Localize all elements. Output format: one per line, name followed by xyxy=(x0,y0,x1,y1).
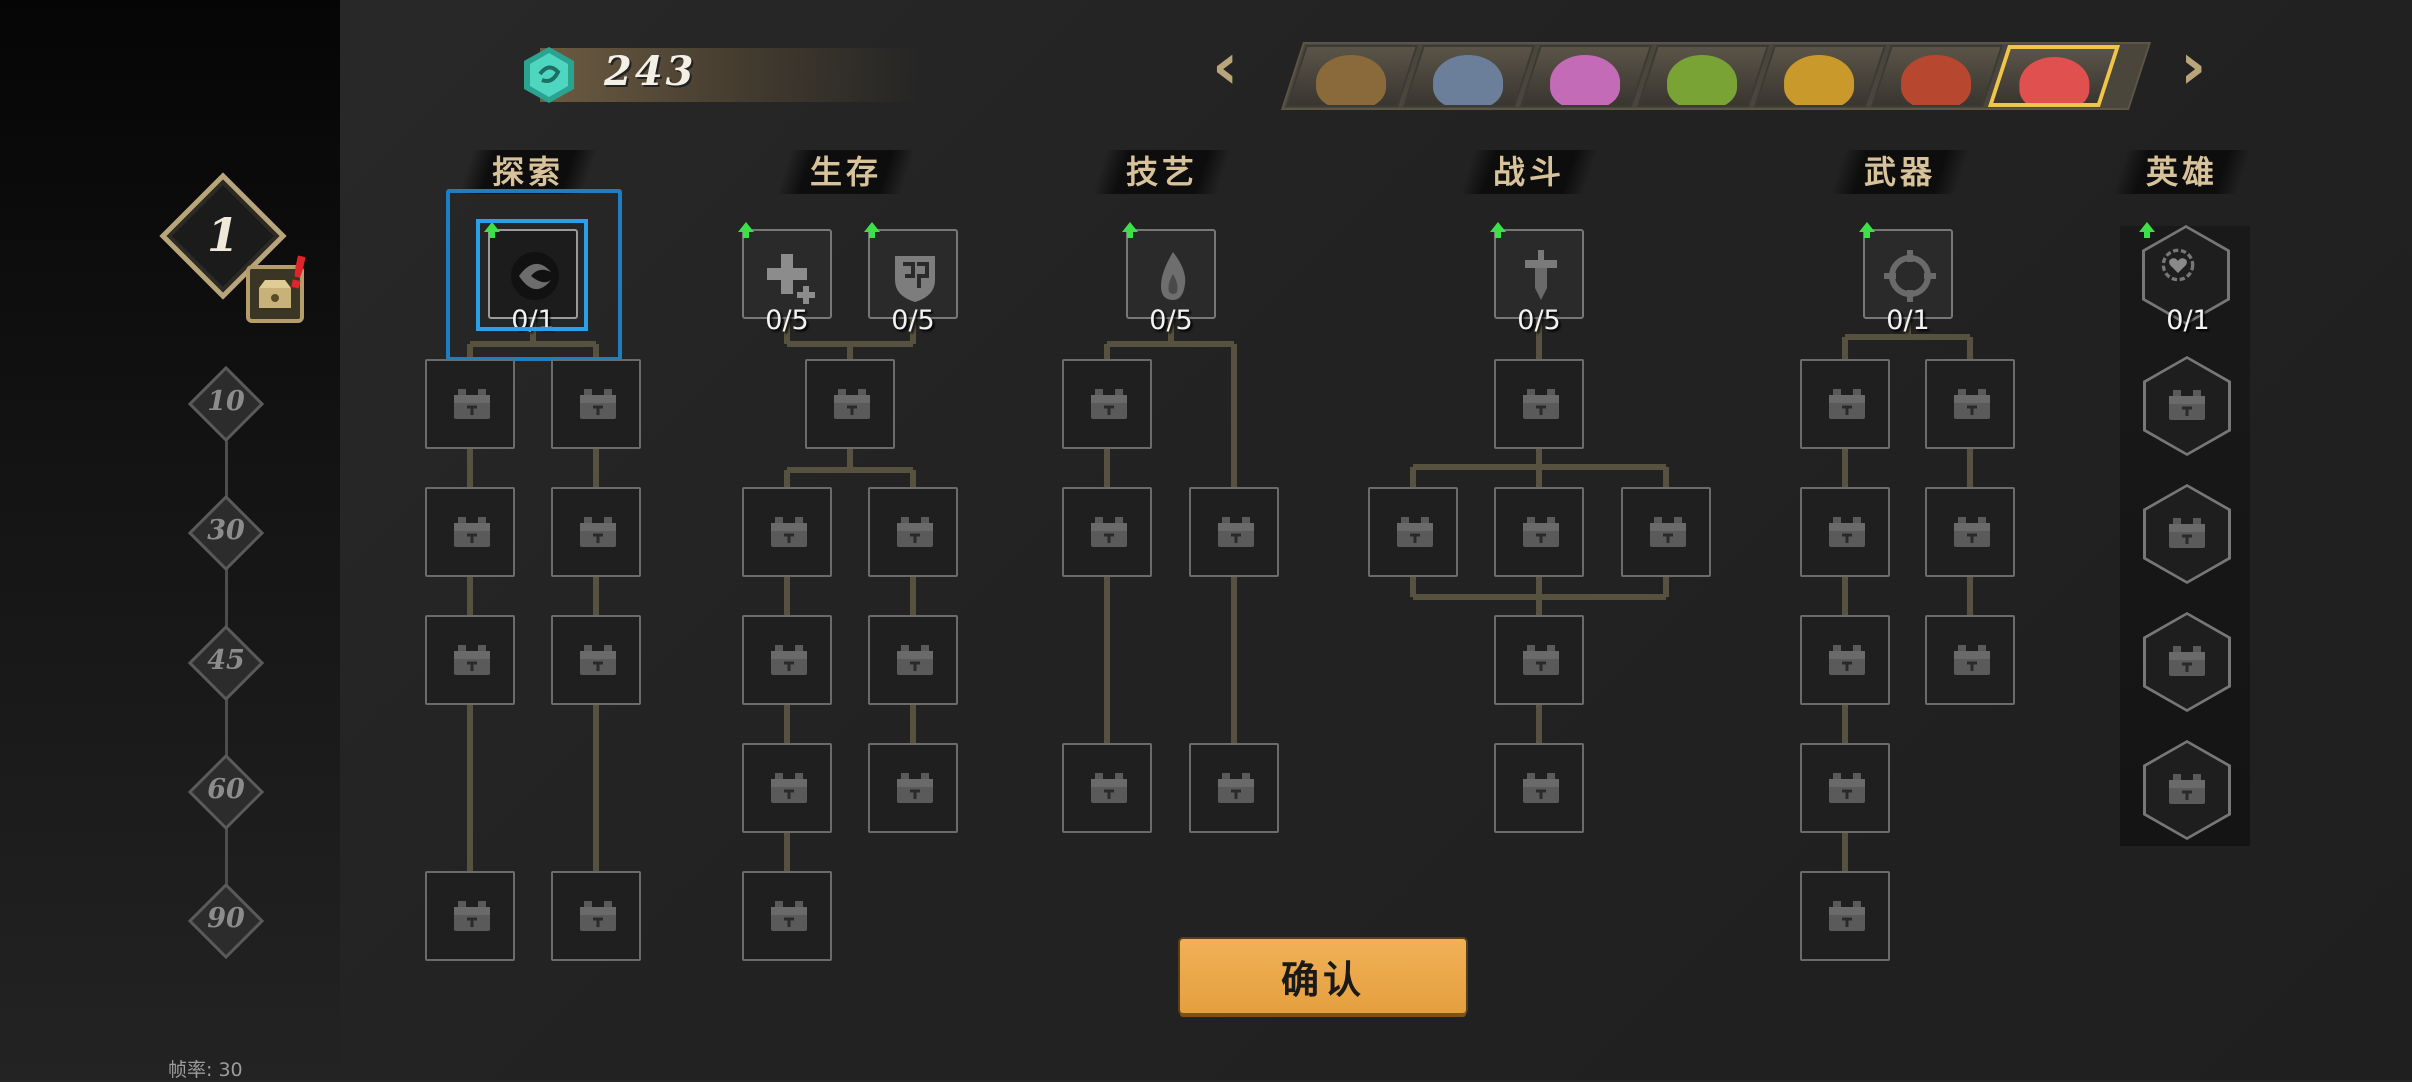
locked-talent-node[interactable] xyxy=(1189,487,1279,577)
talent-screen: 1 ! 10 30 45 60 90 帧率: 30 243 ‹ › 探索 生存 … xyxy=(0,0,2412,1081)
locked-chest-icon xyxy=(580,901,616,931)
upgrade-available-icon xyxy=(1122,222,1138,238)
locked-talent-node[interactable] xyxy=(1800,615,1890,705)
upgrade-available-icon xyxy=(1859,222,1875,238)
locked-chest-icon xyxy=(1829,901,1865,931)
locked-chest-icon xyxy=(1523,517,1559,547)
skill-level-text: 0/1 xyxy=(2166,305,2210,336)
locked-talent-node[interactable] xyxy=(1621,487,1711,577)
confirm-button[interactable]: 确认 xyxy=(1180,939,1466,1013)
locked-chest-icon xyxy=(580,517,616,547)
crosshair-icon xyxy=(1884,250,1936,302)
locked-talent-node[interactable] xyxy=(1494,359,1584,449)
locked-talent-node[interactable] xyxy=(425,615,515,705)
locked-chest-icon xyxy=(834,389,870,419)
locked-chest-icon xyxy=(1091,389,1127,419)
skill-level-text: 0/5 xyxy=(1149,305,1193,336)
locked-talent-node[interactable] xyxy=(868,743,958,833)
skill-level-text: 0/5 xyxy=(765,305,809,336)
locked-talent-node[interactable] xyxy=(742,871,832,961)
locked-talent-node[interactable] xyxy=(1368,487,1458,577)
locked-talent-node[interactable] xyxy=(1062,743,1152,833)
locked-chest-icon xyxy=(1829,645,1865,675)
locked-chest-icon xyxy=(1954,389,1990,419)
locked-chest-icon xyxy=(1523,389,1559,419)
locked-chest-icon xyxy=(771,517,807,547)
locked-chest-icon xyxy=(2169,518,2205,548)
skill-level-text: 0/1 xyxy=(1886,305,1930,336)
locked-chest-icon xyxy=(1829,389,1865,419)
upgrade-available-icon xyxy=(2139,222,2155,238)
locked-talent-node[interactable] xyxy=(551,615,641,705)
locked-chest-icon xyxy=(897,517,933,547)
locked-talent-node[interactable] xyxy=(1062,487,1152,577)
locked-talent-node[interactable] xyxy=(868,487,958,577)
locked-talent-node[interactable] xyxy=(1800,871,1890,961)
locked-chest-icon xyxy=(1397,517,1433,547)
locked-chest-icon xyxy=(454,389,490,419)
heart-gear-icon xyxy=(2161,248,2195,282)
locked-chest-icon xyxy=(2169,390,2205,420)
locked-chest-icon xyxy=(1829,773,1865,803)
selected-skill-highlight xyxy=(476,219,588,331)
sword-icon xyxy=(1525,250,1557,300)
locked-chest-icon xyxy=(2169,646,2205,676)
flame-icon xyxy=(1161,252,1186,300)
locked-talent-node[interactable] xyxy=(1494,743,1584,833)
health-cross-icon xyxy=(767,254,815,304)
locked-chest-icon xyxy=(2169,774,2205,804)
locked-talent-node[interactable] xyxy=(1925,487,2015,577)
locked-chest-icon xyxy=(1954,645,1990,675)
locked-chest-icon xyxy=(454,901,490,931)
armor-shield-icon xyxy=(895,256,935,302)
locked-talent-node[interactable] xyxy=(1800,487,1890,577)
locked-chest-icon xyxy=(580,389,616,419)
locked-chest-icon xyxy=(771,901,807,931)
locked-chest-icon xyxy=(454,645,490,675)
locked-chest-icon xyxy=(771,773,807,803)
locked-talent-node[interactable] xyxy=(1925,359,2015,449)
locked-talent-node[interactable] xyxy=(742,487,832,577)
locked-talent-node[interactable] xyxy=(1800,743,1890,833)
locked-chest-icon xyxy=(1218,773,1254,803)
locked-chest-icon xyxy=(1954,517,1990,547)
locked-talent-node[interactable] xyxy=(742,743,832,833)
locked-chest-icon xyxy=(1218,517,1254,547)
locked-talent-node[interactable] xyxy=(425,871,515,961)
locked-chest-icon xyxy=(771,645,807,675)
locked-chest-icon xyxy=(1650,517,1686,547)
locked-chest-icon xyxy=(1523,645,1559,675)
locked-chest-icon xyxy=(1091,773,1127,803)
locked-chest-icon xyxy=(897,645,933,675)
locked-talent-node[interactable] xyxy=(1925,615,2015,705)
locked-talent-node[interactable] xyxy=(1062,359,1152,449)
skill-level-text: 0/5 xyxy=(891,305,935,336)
locked-talent-node[interactable] xyxy=(1494,487,1584,577)
locked-talent-node[interactable] xyxy=(1800,359,1890,449)
locked-talent-node[interactable] xyxy=(551,359,641,449)
locked-talent-node[interactable] xyxy=(425,487,515,577)
locked-chest-icon xyxy=(1091,517,1127,547)
locked-talent-node[interactable] xyxy=(1189,743,1279,833)
upgrade-available-icon xyxy=(738,222,754,238)
locked-chest-icon xyxy=(1523,773,1559,803)
upgrade-available-icon xyxy=(864,222,880,238)
locked-talent-node[interactable] xyxy=(805,359,895,449)
locked-talent-node[interactable] xyxy=(551,487,641,577)
locked-chest-icon xyxy=(454,517,490,547)
locked-chest-icon xyxy=(1829,517,1865,547)
locked-talent-node[interactable] xyxy=(551,871,641,961)
upgrade-available-icon xyxy=(1490,222,1506,238)
locked-chest-icon xyxy=(580,645,616,675)
locked-talent-node[interactable] xyxy=(868,615,958,705)
locked-talent-node[interactable] xyxy=(742,615,832,705)
locked-talent-node[interactable] xyxy=(1494,615,1584,705)
locked-chest-icon xyxy=(897,773,933,803)
locked-talent-node[interactable] xyxy=(425,359,515,449)
skill-level-text: 0/5 xyxy=(1517,305,1561,336)
